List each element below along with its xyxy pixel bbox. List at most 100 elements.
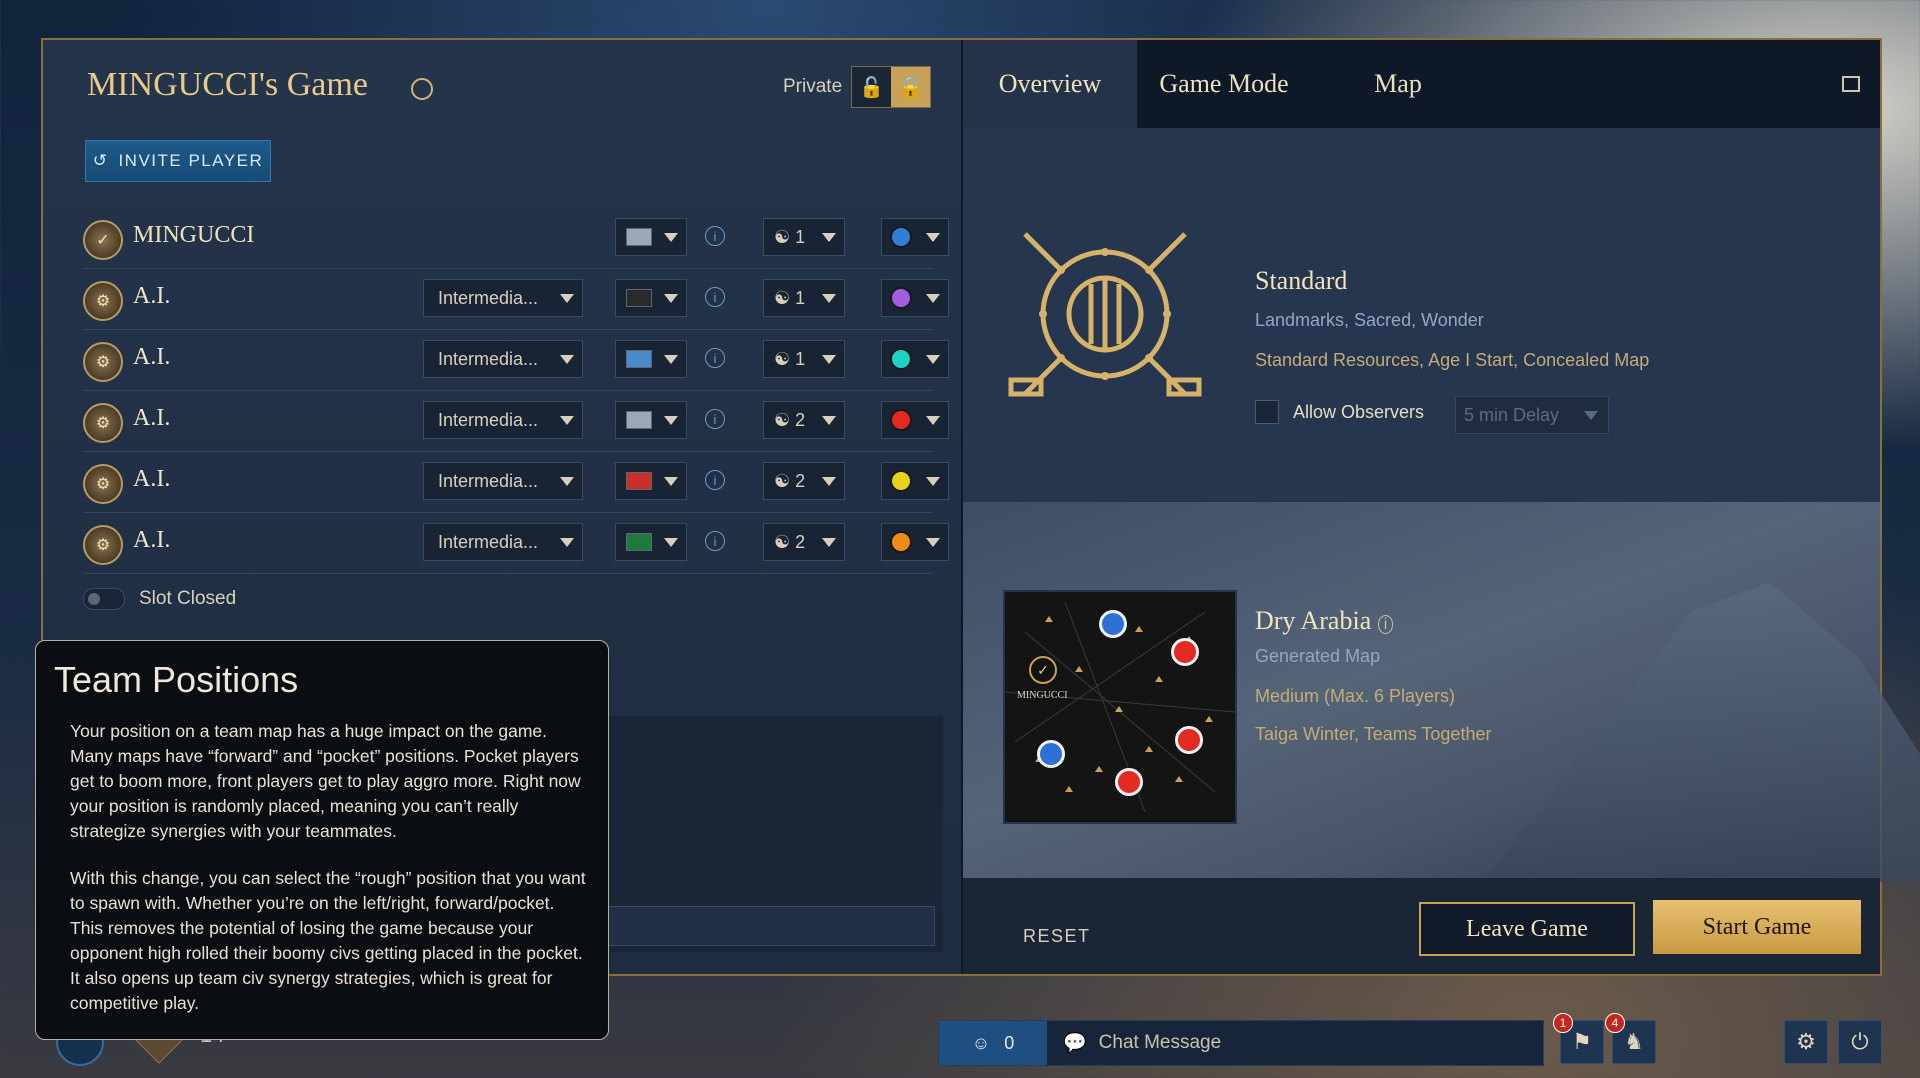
- civ-flag-icon: [626, 472, 652, 490]
- minimap-player-label: MINGUCCI: [1017, 690, 1068, 701]
- game-mode-summary: Standard Landmarks, Sacred, Wonder Stand…: [963, 128, 1880, 502]
- team-icon: ☯: [774, 348, 791, 369]
- color-dropdown[interactable]: [881, 523, 949, 561]
- private-toggle[interactable]: 🔓 🔒: [851, 66, 931, 108]
- color-dropdown[interactable]: [881, 218, 949, 256]
- chat-bubble-icon: 💬: [1063, 1033, 1087, 1054]
- chevron-down-icon: [664, 232, 678, 242]
- chevron-down-icon: [664, 354, 678, 364]
- team-dropdown[interactable]: ☯ 1: [763, 218, 845, 256]
- player-color-dot: [890, 409, 912, 431]
- player-row: ⚙ A.I. Intermedia... i ☯ 2 ✕: [83, 452, 988, 513]
- civ-dropdown[interactable]: [615, 279, 687, 317]
- team-position-marker[interactable]: [1037, 740, 1065, 768]
- player-row: ⚙ A.I. Intermedia... i ☯ 1 ✕: [83, 269, 988, 330]
- edit-title-icon[interactable]: [411, 78, 433, 100]
- player-name: A.I.: [133, 405, 171, 431]
- civ-flag-icon: [626, 350, 652, 368]
- chevron-down-icon: [822, 537, 836, 547]
- online-friends-button[interactable]: ☺ 0: [939, 1021, 1047, 1065]
- civ-info-icon[interactable]: i: [705, 531, 725, 551]
- civ-info-icon[interactable]: i: [705, 348, 725, 368]
- tab-overview[interactable]: Overview: [963, 40, 1137, 128]
- team-dropdown[interactable]: ☯ 2: [763, 401, 845, 439]
- action-bar: RESET Leave Game Start Game: [963, 878, 1880, 974]
- tab-map[interactable]: Map: [1311, 40, 1485, 128]
- team-number: 2: [795, 470, 806, 491]
- player-color-dot: [890, 226, 912, 248]
- chevron-down-icon: [822, 476, 836, 486]
- difficulty-value: Intermedia...: [438, 470, 539, 491]
- chevron-down-icon: [822, 354, 836, 364]
- helmet-icon: ♞: [1624, 1029, 1644, 1054]
- slot-toggle[interactable]: [83, 588, 125, 610]
- lock-icon[interactable]: 🔒: [891, 67, 930, 107]
- tab-game-mode[interactable]: Game Mode: [1137, 40, 1311, 128]
- unlock-icon[interactable]: 🔓: [852, 67, 891, 107]
- difficulty-dropdown[interactable]: Intermedia...: [423, 462, 583, 500]
- team-position-marker[interactable]: [1171, 638, 1199, 666]
- team-position-marker[interactable]: [1099, 610, 1127, 638]
- observer-delay-dropdown[interactable]: 5 min Delay: [1455, 396, 1609, 434]
- player-name: A.I.: [133, 527, 171, 553]
- chat-message-input[interactable]: 💬 Chat Message: [1063, 1031, 1221, 1055]
- party-button[interactable]: ♞ 4: [1605, 1013, 1656, 1064]
- color-dropdown[interactable]: [881, 340, 949, 378]
- team-dropdown[interactable]: ☯ 2: [763, 523, 845, 561]
- color-dropdown[interactable]: [881, 462, 949, 500]
- settings-button[interactable]: ⚙: [1784, 1020, 1828, 1064]
- chevron-down-icon: [560, 293, 574, 303]
- difficulty-dropdown[interactable]: Intermedia...: [423, 523, 583, 561]
- chevron-down-icon: [664, 537, 678, 547]
- difficulty-dropdown[interactable]: Intermedia...: [423, 401, 583, 439]
- notifications-button[interactable]: ⚑ 1: [1553, 1013, 1604, 1064]
- player-name: A.I.: [133, 466, 171, 492]
- civ-flag-icon: [626, 289, 652, 307]
- civ-dropdown[interactable]: [615, 523, 687, 561]
- civ-dropdown[interactable]: [615, 218, 687, 256]
- difficulty-dropdown[interactable]: Intermedia...: [423, 340, 583, 378]
- observer-delay-value: 5 min Delay: [1464, 404, 1560, 425]
- chevron-down-icon: [664, 293, 678, 303]
- mode-features: Landmarks, Sacred, Wonder: [1255, 310, 1484, 330]
- player-row: ⚙ A.I. Intermedia... i ☯ 2 ✕: [83, 391, 988, 452]
- difficulty-dropdown[interactable]: Intermedia...: [423, 279, 583, 317]
- civ-dropdown[interactable]: [615, 340, 687, 378]
- team-number: 1: [795, 287, 806, 308]
- reset-button[interactable]: RESET: [1023, 926, 1091, 947]
- chevron-down-icon: [926, 354, 940, 364]
- map-preview[interactable]: ✓ MINGUCCI: [1003, 590, 1237, 824]
- mode-settings: Standard Resources, Age I Start, Conceal…: [1255, 350, 1650, 370]
- civ-info-icon[interactable]: i: [705, 226, 725, 246]
- tooltip-title: Team Positions: [54, 659, 299, 700]
- tooltip-paragraph: Your position on a team map has a huge i…: [70, 721, 581, 841]
- minimize-icon[interactable]: [1842, 76, 1860, 92]
- player-row: ✓ MINGUCCI i ☯ 1: [83, 208, 949, 269]
- team-position-marker[interactable]: [1175, 726, 1203, 754]
- civ-dropdown[interactable]: [615, 401, 687, 439]
- civ-info-icon[interactable]: i: [705, 287, 725, 307]
- player-row: ⚙ A.I. Intermedia... i ☯ 1 ✕: [83, 330, 988, 391]
- map-info-icon[interactable]: i: [1377, 615, 1394, 634]
- team-dropdown[interactable]: ☯ 1: [763, 279, 845, 317]
- team-dropdown[interactable]: ☯ 1: [763, 340, 845, 378]
- leave-game-button[interactable]: Leave Game: [1419, 902, 1635, 956]
- user-icon: ☺: [971, 1032, 991, 1053]
- ai-avatar-icon: ⚙: [83, 281, 123, 321]
- color-dropdown[interactable]: [881, 401, 949, 439]
- civ-info-icon[interactable]: i: [705, 409, 725, 429]
- team-position-marker[interactable]: [1115, 768, 1143, 796]
- power-button[interactable]: ⏻: [1838, 1020, 1882, 1064]
- start-game-button[interactable]: Start Game: [1653, 900, 1861, 954]
- civ-info-icon[interactable]: i: [705, 470, 725, 490]
- ai-avatar-icon: ⚙: [83, 403, 123, 443]
- team-dropdown[interactable]: ☯ 2: [763, 462, 845, 500]
- player-avatar: ✓: [83, 220, 123, 260]
- invite-player-button[interactable]: ↺ INVITE PLAYER: [85, 140, 271, 182]
- civ-dropdown[interactable]: [615, 462, 687, 500]
- map-size: Medium (Max. 6 Players): [1255, 686, 1456, 706]
- allow-observers-checkbox[interactable]: [1255, 400, 1279, 424]
- chevron-down-icon: [560, 537, 574, 547]
- team-icon: ☯: [774, 470, 791, 491]
- color-dropdown[interactable]: [881, 279, 949, 317]
